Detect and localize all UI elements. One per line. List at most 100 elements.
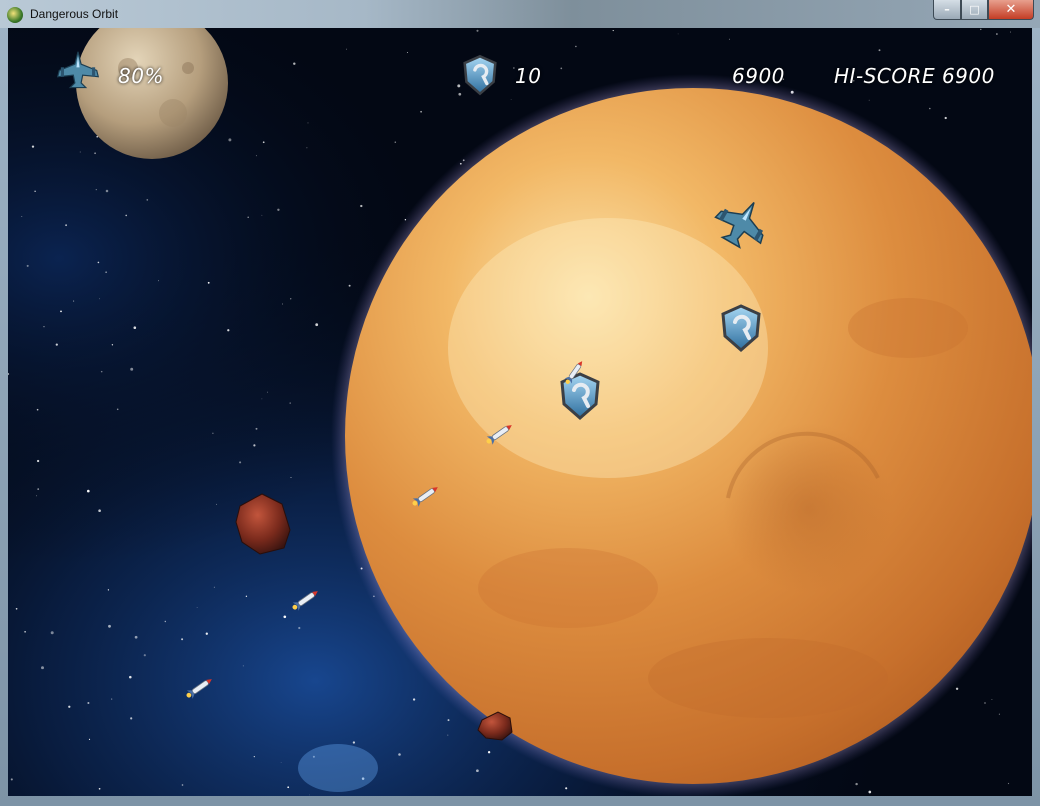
star: [228, 138, 232, 142]
planet-mars: [331, 74, 1032, 796]
star: [277, 208, 280, 211]
star: [60, 310, 62, 313]
star: [307, 122, 309, 124]
star: [105, 271, 107, 273]
star: [97, 261, 100, 264]
star: [352, 741, 356, 744]
star: [878, 49, 881, 52]
star: [560, 67, 563, 70]
score-label: 6900: [732, 64, 785, 88]
star: [253, 756, 255, 758]
star: [133, 326, 137, 329]
star: [290, 298, 292, 300]
star: [412, 698, 416, 701]
star: [107, 589, 110, 591]
star: [125, 214, 128, 217]
star: [41, 666, 44, 670]
star: [212, 432, 214, 434]
star: [242, 665, 244, 667]
star: [34, 190, 36, 192]
star: [24, 630, 26, 633]
star: [26, 264, 29, 267]
star: [68, 705, 71, 708]
star: [406, 52, 408, 53]
star: [298, 626, 301, 630]
star: [510, 99, 512, 100]
star: [476, 769, 479, 773]
maximize-button[interactable]: □: [961, 0, 988, 20]
star: [98, 509, 101, 512]
star: [487, 751, 491, 754]
star: [420, 110, 422, 113]
star: [929, 107, 931, 110]
star: [261, 214, 263, 216]
star: [134, 635, 138, 639]
shield-count-label: 10: [515, 64, 542, 88]
star: [476, 29, 479, 32]
star: [129, 675, 132, 679]
star: [130, 367, 134, 371]
star: [111, 344, 114, 346]
star: [998, 713, 1000, 715]
star: [280, 762, 282, 763]
star: [36, 459, 40, 463]
star: [79, 151, 81, 153]
star: [86, 489, 90, 493]
star: [868, 99, 870, 101]
star: [55, 343, 58, 346]
minimize-button[interactable]: –: [933, 0, 961, 20]
star: [309, 794, 310, 796]
game-scene: [8, 28, 1032, 796]
star: [111, 698, 113, 700]
star: [196, 607, 198, 608]
star: [207, 281, 210, 284]
star: [158, 280, 160, 282]
star: [65, 224, 67, 227]
star: [239, 461, 242, 464]
star: [181, 638, 184, 641]
star: [612, 30, 614, 32]
star: [290, 477, 292, 479]
star: [10, 778, 13, 781]
close-button[interactable]: ✕: [988, 0, 1034, 20]
star: [287, 786, 290, 789]
star: [855, 782, 858, 786]
star: [457, 84, 461, 88]
star: [289, 402, 291, 404]
star: [227, 329, 230, 332]
star: [247, 216, 249, 218]
app-icon: [7, 7, 23, 23]
star: [315, 323, 319, 327]
star: [447, 719, 450, 722]
star: [255, 155, 257, 157]
star: [984, 702, 986, 704]
star: [348, 284, 351, 287]
star: [565, 787, 568, 790]
window-title: Dangerous Orbit: [30, 7, 119, 21]
star: [955, 687, 959, 690]
star: [728, 38, 730, 40]
star: [677, 33, 679, 35]
star: [980, 28, 982, 31]
title-bar[interactable]: Dangerous Orbit – □ ✕: [0, 0, 1040, 28]
star: [87, 701, 90, 705]
game-viewport[interactable]: 80% 10 6900 HI-SCORE 6900: [8, 28, 1032, 796]
star: [262, 141, 265, 144]
star: [253, 444, 256, 447]
star: [36, 408, 39, 411]
ship-health-label: 80%: [118, 64, 164, 88]
star: [346, 48, 347, 50]
star: [293, 62, 296, 65]
star: [255, 427, 258, 430]
star: [213, 586, 215, 588]
star: [944, 116, 947, 120]
star: [95, 189, 97, 191]
star: [100, 370, 103, 373]
star: [181, 784, 184, 786]
star: [105, 189, 109, 193]
star: [15, 607, 18, 610]
star: [398, 753, 401, 756]
star: [116, 408, 119, 411]
star: [996, 33, 998, 35]
star: [146, 199, 149, 201]
